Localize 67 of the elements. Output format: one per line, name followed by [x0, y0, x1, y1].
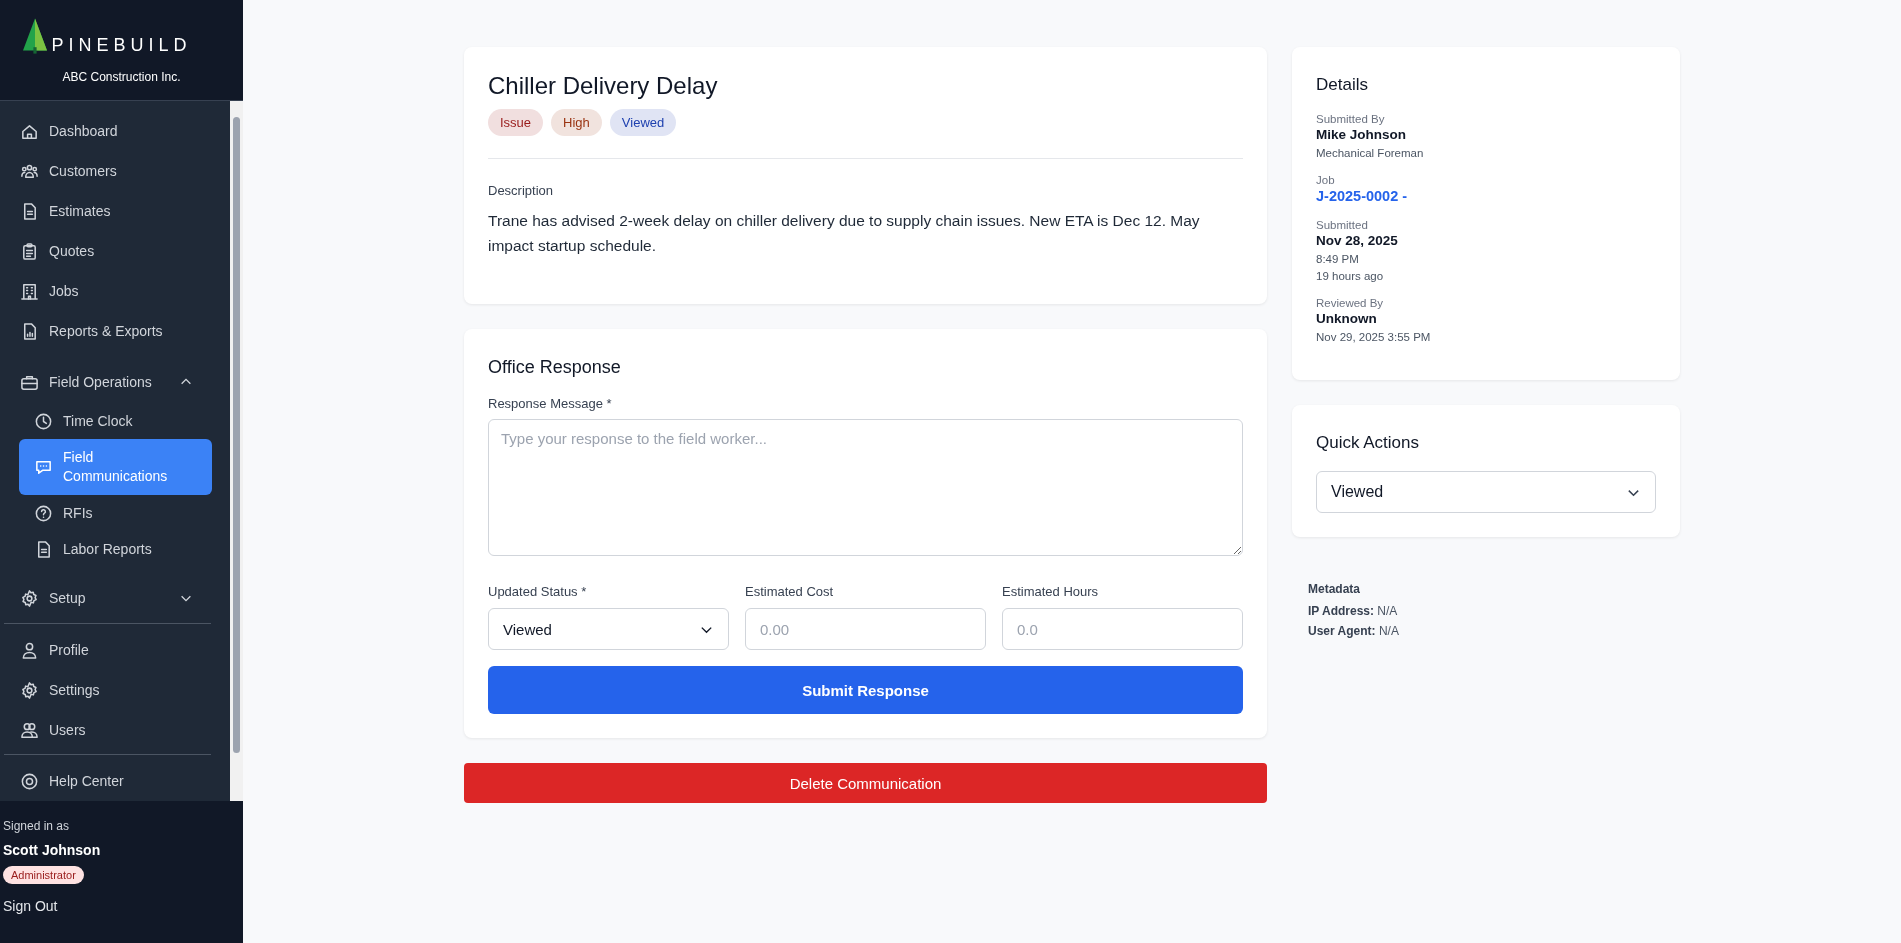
company-name: ABC Construction Inc.	[62, 70, 181, 84]
sidebar-item[interactable]: Users	[0, 710, 217, 750]
sidebar-item[interactable]: Field Communications	[19, 439, 212, 495]
sidebar-item[interactable]: Reports & Exports	[0, 311, 217, 351]
metadata-title: Metadata	[1308, 582, 1361, 596]
scrollbar[interactable]	[230, 101, 243, 801]
sidebar-item[interactable]: Estimates	[0, 191, 217, 231]
sidebar-item[interactable]: Time Clock	[0, 403, 217, 439]
tag-badge: Viewed	[609, 109, 677, 136]
status-select[interactable]: Viewed	[1316, 471, 1656, 513]
person-icon	[20, 640, 39, 660]
delete-communication-button[interactable]: Delete Communication	[464, 763, 1267, 803]
sign-out-link[interactable]: Sign Out	[3, 898, 58, 914]
field-note: Nov 29, 2025 3:55 PM	[1316, 331, 1432, 343]
field-note: Mechanical Foreman	[1316, 147, 1425, 159]
metadata-line: IP Address: N/A	[1308, 604, 1399, 618]
metadata-line: User Agent: N/A	[1308, 624, 1400, 638]
building-icon	[20, 281, 39, 301]
description-label: Description	[488, 183, 555, 198]
field-label: Submitted By	[1316, 113, 1386, 125]
role-badge: Administrator	[3, 866, 84, 884]
user-name: Scott Johnson	[3, 842, 101, 858]
sidebar-item[interactable]: Customers	[0, 151, 217, 191]
sidebar-item[interactable]: Jobs	[0, 271, 217, 311]
number-field[interactable]: 0.0	[1002, 608, 1243, 650]
field-label: Submitted	[1316, 219, 1369, 231]
number-field[interactable]: 0.00	[745, 608, 986, 650]
description-text: Trane has advised 2-week delay on chiller delivery due to supply chain issues. New ETA is Dec 12. May impact startup schedule.	[488, 211, 1201, 256]
sidebar-group[interactable]: Field Operations	[0, 361, 217, 403]
clock-icon	[34, 411, 53, 431]
sidebar-item[interactable]: RFIs	[0, 495, 217, 531]
field-value: Mike Johnson	[1316, 127, 1407, 142]
tag-badge: Issue	[488, 109, 544, 136]
people-icon	[20, 720, 39, 740]
sidebar-item[interactable]: Profile	[0, 630, 217, 670]
submit-response-button[interactable]: Submit Response	[488, 666, 1243, 714]
field-label: Updated Status *	[488, 584, 588, 599]
field-label: Reviewed By	[1316, 297, 1385, 309]
field-label: Response Message *	[488, 396, 613, 411]
settings-icon	[20, 680, 39, 700]
tag-badge: High	[551, 109, 602, 136]
communication-title: Chiller Delivery Delay	[488, 71, 719, 101]
sidebar-item[interactable]: Quotes	[0, 231, 217, 271]
field-label: Job	[1316, 174, 1336, 186]
clipboard-icon	[20, 241, 39, 261]
field-value: Unknown	[1316, 311, 1378, 326]
sidebar-item[interactable]: Help Center	[0, 761, 217, 801]
details-title: Details	[1316, 75, 1369, 95]
job-link[interactable]: J-2025-0002 -	[1316, 188, 1656, 204]
lifebuoy-icon	[20, 771, 39, 791]
field-label: Estimated Hours	[1002, 584, 1100, 599]
signed-in-caption: Signed in as	[3, 819, 70, 833]
help-circle-icon	[34, 503, 53, 523]
brand-logo[interactable]: PINEBUILD	[51, 35, 192, 60]
status-select[interactable]: Viewed	[488, 608, 729, 650]
sidebar-group[interactable]: Setup	[0, 577, 217, 619]
sidebar-item[interactable]: Dashboard	[0, 111, 217, 151]
sidebar-item[interactable]: Settings	[0, 670, 217, 710]
field-value: Nov 28, 2025	[1316, 233, 1399, 248]
response-message-field[interactable]: Type your response to the field worker...	[488, 419, 1243, 556]
settings-icon	[20, 588, 39, 608]
field-note: 19 hours ago	[1316, 270, 1385, 282]
section-title: Office Response	[488, 357, 622, 378]
field-label: Estimated Cost	[745, 584, 835, 599]
quick-actions-title: Quick Actions	[1316, 433, 1420, 453]
field-note: 8:49 PM	[1316, 253, 1360, 265]
sidebar-item[interactable]: Labor Reports	[0, 531, 217, 567]
